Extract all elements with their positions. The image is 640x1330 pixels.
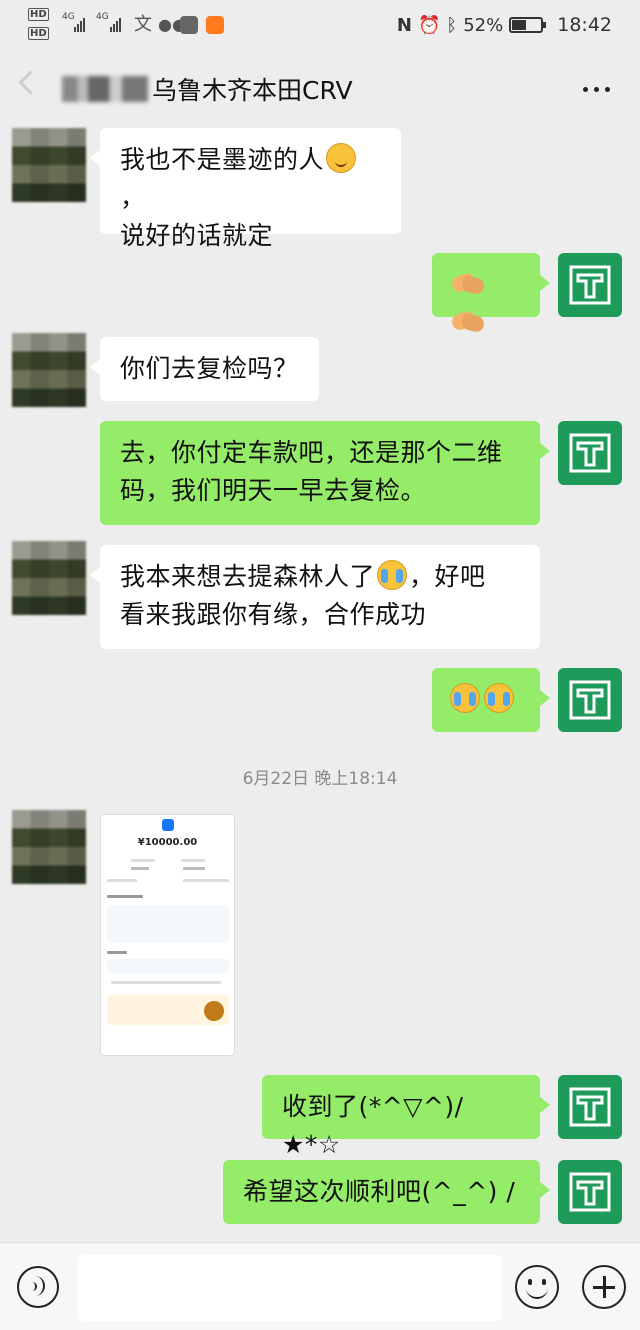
payment-logo-icon xyxy=(162,819,174,831)
self-avatar[interactable] xyxy=(558,668,622,732)
emoji-icon[interactable] xyxy=(515,1265,559,1309)
message-input[interactable] xyxy=(78,1255,502,1321)
image-message[interactable]: ¥10000.00 xyxy=(100,814,235,1056)
signal-icon xyxy=(74,18,85,32)
contact-avatar[interactable] xyxy=(12,128,86,202)
message-bubble-sent[interactable]: 希望这次顺利吧(^_^) / xyxy=(223,1160,550,1224)
blurred-name xyxy=(62,76,148,102)
t-logo-icon xyxy=(569,433,611,473)
message-text: 希望这次顺利吧(^_^) / xyxy=(243,1177,516,1206)
play-app-icon xyxy=(206,16,224,34)
t-logo-icon xyxy=(569,680,611,720)
image-line xyxy=(107,895,143,898)
message-text: 说好的话就定 xyxy=(120,221,274,250)
message-bubble-sent[interactable]: 收到了(*^▽^)/★*☆ xyxy=(262,1075,550,1159)
image-line xyxy=(183,879,229,882)
handshake-emoji-icon xyxy=(450,271,486,297)
text-icon: 文 xyxy=(134,14,152,35)
input-bar xyxy=(0,1242,640,1330)
message-bubble-sent[interactable] xyxy=(432,253,550,317)
message-text: ， xyxy=(120,183,146,212)
image-line xyxy=(107,951,127,954)
t-logo-icon xyxy=(569,265,611,305)
contact-avatar[interactable] xyxy=(12,333,86,407)
message-bubble-sent[interactable] xyxy=(432,668,550,732)
plus-icon[interactable] xyxy=(582,1265,626,1309)
chat-header: 乌鲁木齐本田CRV xyxy=(0,50,640,126)
cry-emoji-icon xyxy=(450,683,480,713)
status-bar: HD HD 4G 4G 文 ●● N ⏰ ᛒ 52% 18:42 xyxy=(0,0,640,50)
image-card xyxy=(107,905,229,943)
self-avatar[interactable] xyxy=(558,421,622,485)
t-logo-icon xyxy=(569,1172,611,1212)
cry-emoji-icon xyxy=(377,560,408,590)
image-line xyxy=(181,859,205,862)
message-text: 我本来想去提森林人了 xyxy=(120,562,376,591)
signal-icon xyxy=(110,18,121,32)
clock: 18:42 xyxy=(557,14,612,36)
status-left: HD HD 4G 4G 文 ●● xyxy=(28,8,228,44)
image-line xyxy=(107,879,137,882)
message-text: 收到了(*^▽^)/★*☆ xyxy=(282,1092,464,1159)
app-icon xyxy=(180,16,198,34)
alarm-icon: ⏰ xyxy=(417,14,441,36)
battery-icon xyxy=(509,17,547,33)
t-logo-icon xyxy=(569,1087,611,1127)
battery-percent: 52% xyxy=(463,14,504,36)
message-text: 看来我跟你有缘，合作成功 xyxy=(120,600,427,629)
nfc-icon: N xyxy=(396,14,412,36)
message-bubble-received[interactable]: 我本来想去提森林人了 ，好吧 看来我跟你有缘，合作成功 xyxy=(90,545,540,649)
battery-fill xyxy=(512,20,527,30)
message-text: ，好吧 xyxy=(409,562,486,591)
message-line: 我也不是墨迹的人 ， xyxy=(120,141,381,217)
bluetooth-icon: ᛒ xyxy=(446,14,458,36)
handshake-emoji-icon xyxy=(450,309,486,335)
chat-title-wrap: 乌鲁木齐本田CRV xyxy=(62,72,353,106)
back-icon[interactable] xyxy=(18,70,43,95)
self-avatar[interactable] xyxy=(558,253,622,317)
message-text: 去，你付定车款吧，还是那个二维 xyxy=(120,438,503,467)
image-line xyxy=(131,867,149,870)
contact-avatar[interactable] xyxy=(12,810,86,884)
message-bubble-received[interactable]: 我也不是墨迹的人 ， 说好的话就定 xyxy=(90,128,401,250)
message-bubble-sent[interactable]: 去，你付定车款吧，还是那个二维 码，我们明天一早去复检。 xyxy=(100,421,550,525)
contact-avatar[interactable] xyxy=(12,541,86,615)
status-right: N ⏰ ᛒ 52% 18:42 xyxy=(397,0,612,50)
network-label: 4G xyxy=(96,12,109,22)
message-bubble-received[interactable]: 你们去复检吗？ xyxy=(90,337,319,401)
voice-icon[interactable] xyxy=(17,1266,59,1308)
self-avatar[interactable] xyxy=(558,1075,622,1139)
network-label: 4G xyxy=(62,12,75,22)
payment-amount: ¥10000.00 xyxy=(137,837,198,848)
image-card xyxy=(107,959,229,973)
image-line xyxy=(131,859,155,862)
message-text: 我也不是墨迹的人 xyxy=(120,145,325,174)
cry-emoji-icon xyxy=(484,683,514,713)
message-text: 码，我们明天一早去复检。 xyxy=(120,476,427,505)
go-badge-icon xyxy=(204,1001,224,1021)
chat-title: 乌鲁木齐本田CRV xyxy=(152,76,353,105)
self-avatar[interactable] xyxy=(558,1160,622,1224)
hd-badge: HD xyxy=(28,27,49,40)
message-line: 我本来想去提森林人了 ，好吧 xyxy=(120,558,520,596)
image-line xyxy=(111,981,221,984)
more-icon[interactable] xyxy=(583,87,610,92)
hd-badge: HD xyxy=(28,8,49,21)
smile-emoji-icon xyxy=(326,143,357,173)
image-line xyxy=(183,867,205,870)
chat-timestamp: 6月22日 晚上18:14 xyxy=(242,769,398,789)
message-text: 你们去复检吗？ xyxy=(120,354,299,383)
